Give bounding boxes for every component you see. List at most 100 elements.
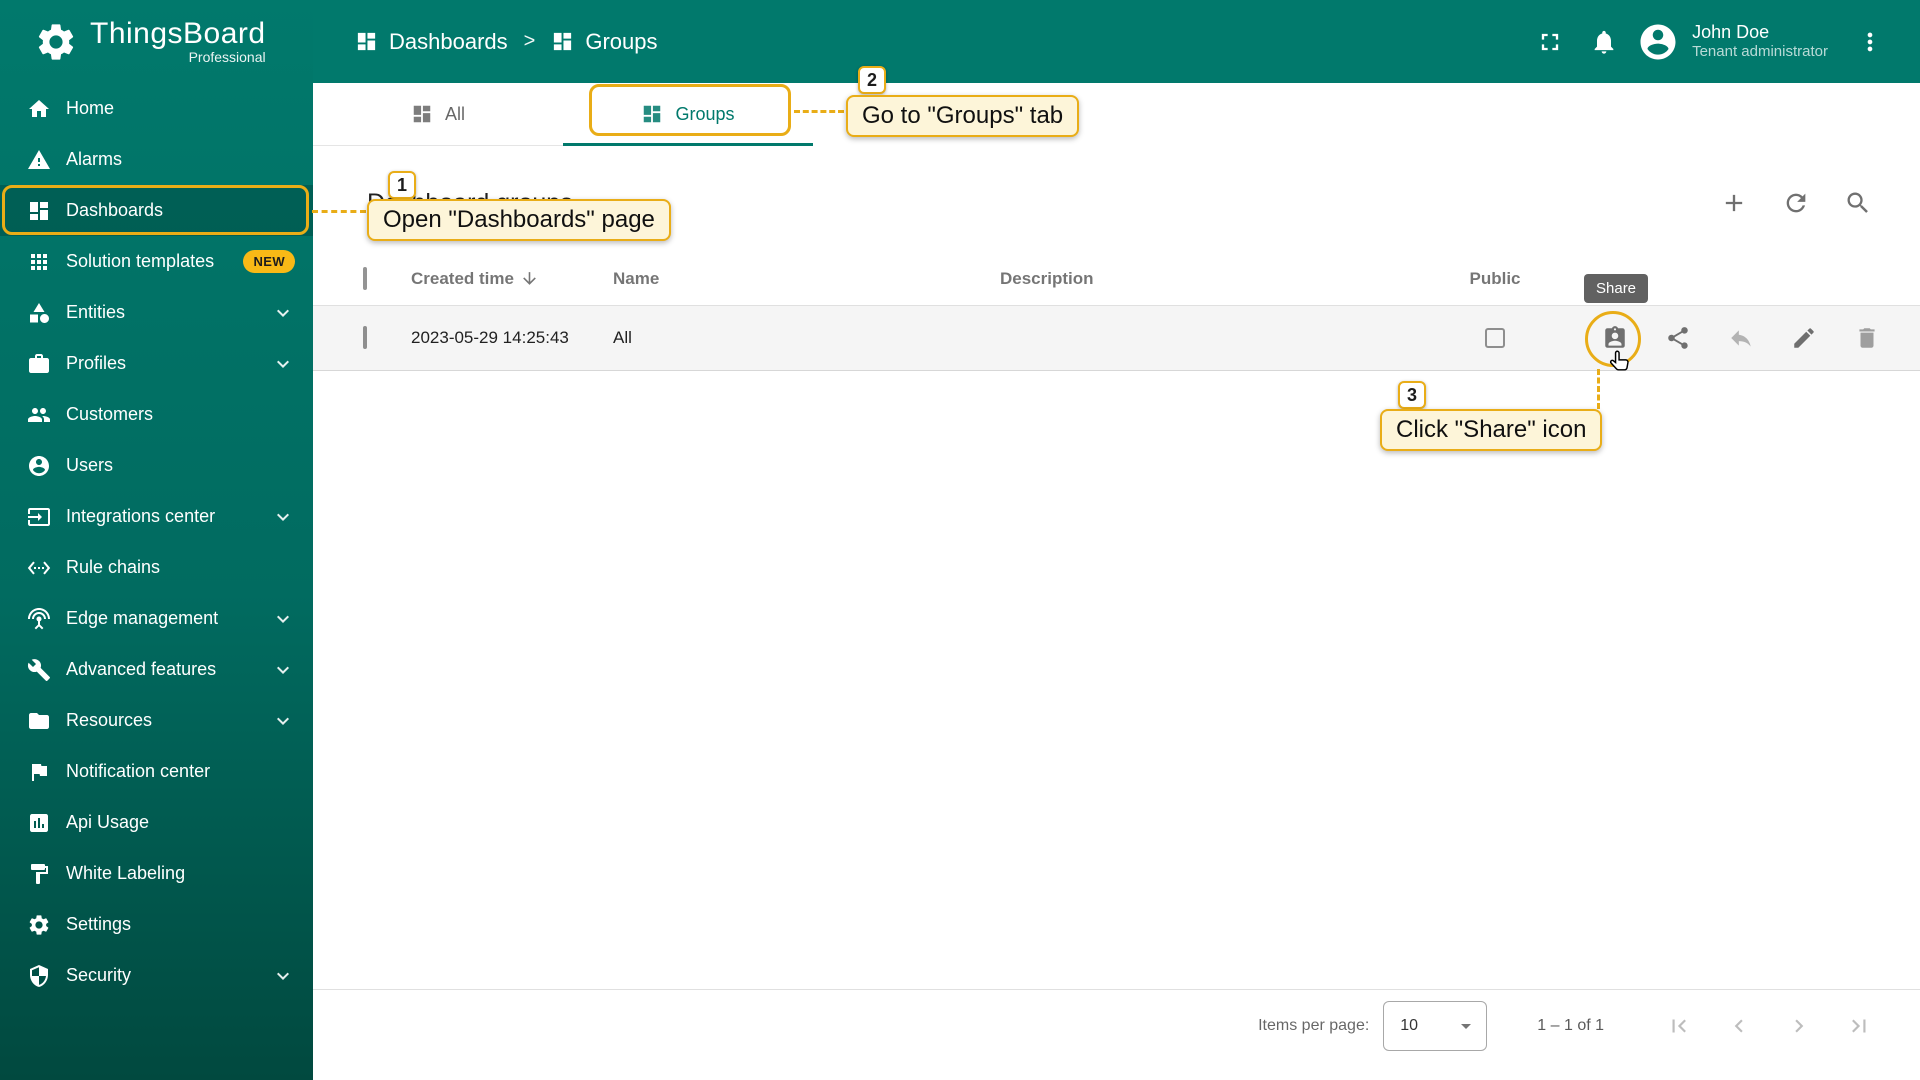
fullscreen-button[interactable] (1526, 18, 1574, 66)
breadcrumb-dashboards[interactable]: Dashboards (355, 29, 508, 55)
last-page-button[interactable] (1837, 1004, 1881, 1048)
delete-button[interactable] (1854, 325, 1880, 351)
chevron-down-icon (271, 658, 295, 682)
sidebar-item-label: Profiles (66, 353, 127, 373)
tabs-bar: All Groups (313, 83, 1920, 146)
sidebar-item-alarms[interactable]: Alarms (0, 134, 313, 185)
user-avatar[interactable] (1634, 18, 1682, 66)
column-label: Created time (411, 268, 514, 288)
sidebar-item-label: Entities (66, 302, 126, 322)
sidebar-item-customers[interactable]: Customers (0, 389, 313, 440)
column-header-public: Public (1400, 269, 1590, 289)
sidebar-item-edge-management[interactable]: Edge management (0, 593, 313, 644)
sidebar-item-profiles[interactable]: Profiles (0, 338, 313, 389)
sidebar-item-home[interactable]: Home (0, 83, 313, 134)
edit-button[interactable] (1791, 325, 1817, 351)
tab-groups[interactable]: Groups (563, 83, 813, 146)
last-page-icon (1852, 1019, 1866, 1032)
flag-icon (27, 760, 51, 784)
next-page-button[interactable] (1777, 1004, 1821, 1048)
sidebar-item-label: Security (66, 965, 132, 985)
chevron-down-icon (271, 964, 295, 988)
sidebar-item-label: Api Usage (66, 812, 150, 832)
sidebar-item-white-labeling[interactable]: White Labeling (0, 848, 313, 899)
breadcrumb-current-label: Groups (585, 28, 658, 54)
add-group-button[interactable] (1712, 181, 1756, 225)
notifications-button[interactable] (1580, 18, 1628, 66)
column-header-created-time[interactable]: Created time (411, 269, 613, 289)
chevron-down-icon (271, 352, 295, 376)
cell-created-time: 2023-05-29 14:25:43 (411, 328, 569, 347)
more-menu-button[interactable] (1846, 18, 1894, 66)
sidebar-item-dashboards[interactable]: Dashboards (0, 185, 313, 236)
chevron-down-icon (271, 607, 295, 631)
table-title-row: Dashboard groups (313, 172, 1920, 234)
breadcrumb: Dashboards > Groups (355, 29, 657, 55)
sidebar: ThingsBoard Professional Home Alarms Das… (0, 0, 313, 1080)
breadcrumb-parent-label: Dashboards (389, 28, 508, 54)
search-button[interactable] (1836, 181, 1880, 225)
pencil-icon (1794, 328, 1814, 348)
column-header-name[interactable]: Name (613, 269, 1000, 289)
table-row[interactable]: 2023-05-29 14:25:43 All (313, 306, 1920, 371)
sidebar-item-label: Advanced features (66, 659, 217, 679)
briefcase-icon (27, 352, 51, 376)
top-toolbar: Dashboards > Groups John Doe Tenant admi… (313, 0, 1920, 83)
user-info: John Doe Tenant administrator (1692, 21, 1828, 62)
items-per-page-value: 10 (1400, 1016, 1419, 1034)
breadcrumb-groups[interactable]: Groups (551, 29, 657, 55)
page-title: Dashboard groups (367, 188, 573, 217)
topbar-actions: John Doe Tenant administrator (1526, 18, 1894, 66)
sidebar-item-entities[interactable]: Entities (0, 287, 313, 338)
sidebar-item-integrations-center[interactable]: Integrations center (0, 491, 313, 542)
tab-groups-label: Groups (675, 103, 735, 124)
assignment-person-icon (1605, 326, 1625, 348)
chevron-down-icon (271, 709, 295, 733)
sidebar-item-users[interactable]: Users (0, 440, 313, 491)
sidebar-item-label: Edge management (66, 608, 219, 628)
sidebar-item-notification-center[interactable]: Notification center (0, 746, 313, 797)
home-icon (27, 97, 51, 121)
tab-all[interactable]: All (313, 83, 563, 145)
sidebar-item-advanced-features[interactable]: Advanced features (0, 644, 313, 695)
brand-logo[interactable]: ThingsBoard Professional (0, 0, 313, 83)
tab-all-label: All (444, 103, 465, 124)
search-icon (1847, 192, 1868, 213)
share-link-button[interactable] (1665, 325, 1691, 351)
trash-icon (1859, 328, 1875, 348)
sidebar-item-rule-chains[interactable]: Rule chains (0, 542, 313, 593)
breadcrumb-separator: > (523, 30, 536, 52)
sidebar-item-label: Rule chains (66, 557, 161, 577)
shield-icon (27, 964, 51, 988)
bell-icon (1594, 30, 1614, 54)
gear-logo-icon (38, 23, 74, 60)
items-per-page-select[interactable]: 10 (1383, 1000, 1488, 1051)
dashboards-icon (27, 199, 51, 223)
antenna-icon (27, 607, 51, 631)
apps-icon (27, 250, 51, 274)
sidebar-item-label: Notification center (66, 761, 211, 781)
sidebar-item-api-usage[interactable]: Api Usage (0, 797, 313, 848)
person-icon (27, 454, 51, 478)
chevron-left-icon (1734, 1019, 1743, 1032)
public-checkbox[interactable] (1485, 328, 1505, 348)
people-icon (27, 403, 51, 427)
column-header-description[interactable]: Description (1000, 269, 1400, 289)
groups-table: Created time Name Description Public 202… (313, 252, 1920, 371)
refresh-button[interactable] (1774, 181, 1818, 225)
table-header-row: Created time Name Description Public (313, 252, 1920, 306)
sidebar-item-solution-templates[interactable]: Solution templates NEW (0, 236, 313, 287)
previous-page-button[interactable] (1717, 1004, 1761, 1048)
sidebar-item-security[interactable]: Security (0, 950, 313, 1001)
sidebar-item-label: Integrations center (66, 506, 216, 526)
sidebar-item-resources[interactable]: Resources (0, 695, 313, 746)
cell-name: All (613, 328, 632, 347)
first-page-button[interactable] (1657, 1004, 1701, 1048)
plus-icon (1725, 194, 1743, 212)
make-private-button[interactable] (1728, 325, 1754, 351)
select-all-checkbox[interactable] (363, 266, 367, 290)
row-checkbox[interactable] (363, 326, 367, 349)
folder-icon (27, 709, 51, 733)
sidebar-item-settings[interactable]: Settings (0, 899, 313, 950)
share-button[interactable] (1602, 325, 1628, 351)
